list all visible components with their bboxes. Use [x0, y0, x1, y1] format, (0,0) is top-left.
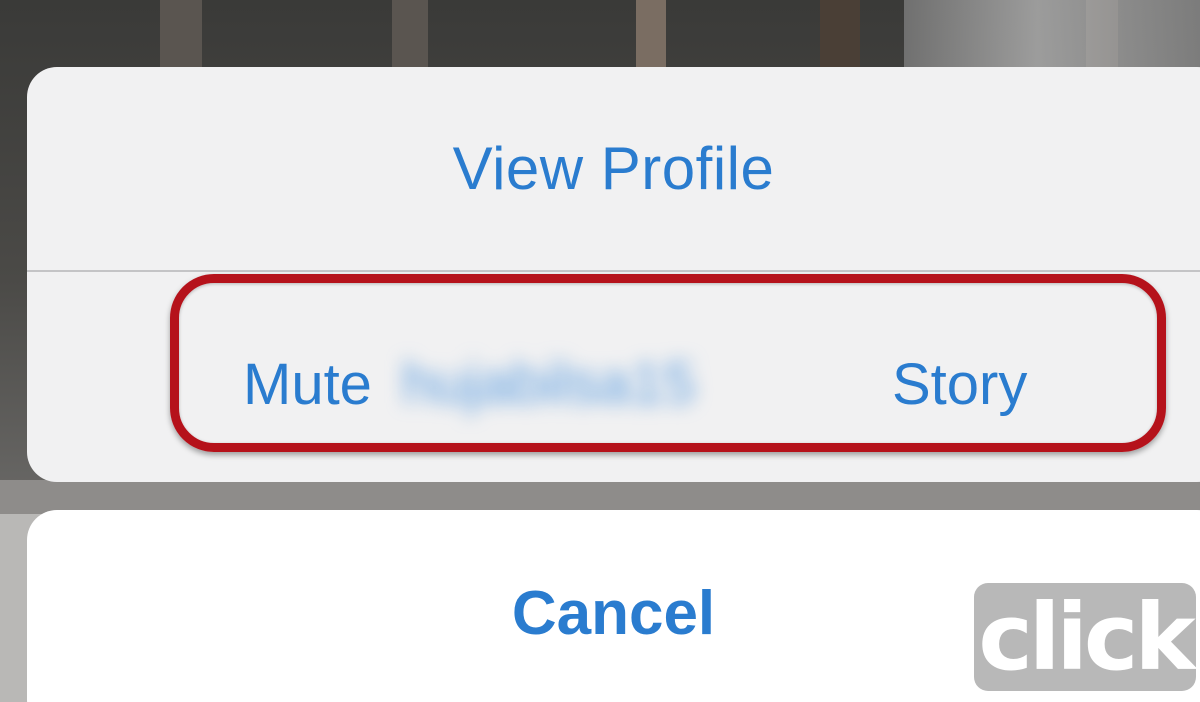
blurred-username: hujabilsa15: [401, 354, 696, 414]
background-band: [0, 480, 1200, 514]
mute-story-label: Mute hujabilsa15 Story: [243, 344, 1027, 424]
watermark-text: click: [978, 583, 1195, 691]
view-profile-button[interactable]: View Profile: [27, 67, 1200, 270]
background-light: [904, 0, 1200, 70]
watermark-logo: click: [974, 583, 1196, 691]
cancel-label: Cancel: [511, 578, 716, 648]
view-profile-label: View Profile: [452, 135, 775, 202]
mute-suffix-label: Story: [891, 351, 1028, 417]
mute-prefix-label: Mute: [243, 351, 372, 417]
